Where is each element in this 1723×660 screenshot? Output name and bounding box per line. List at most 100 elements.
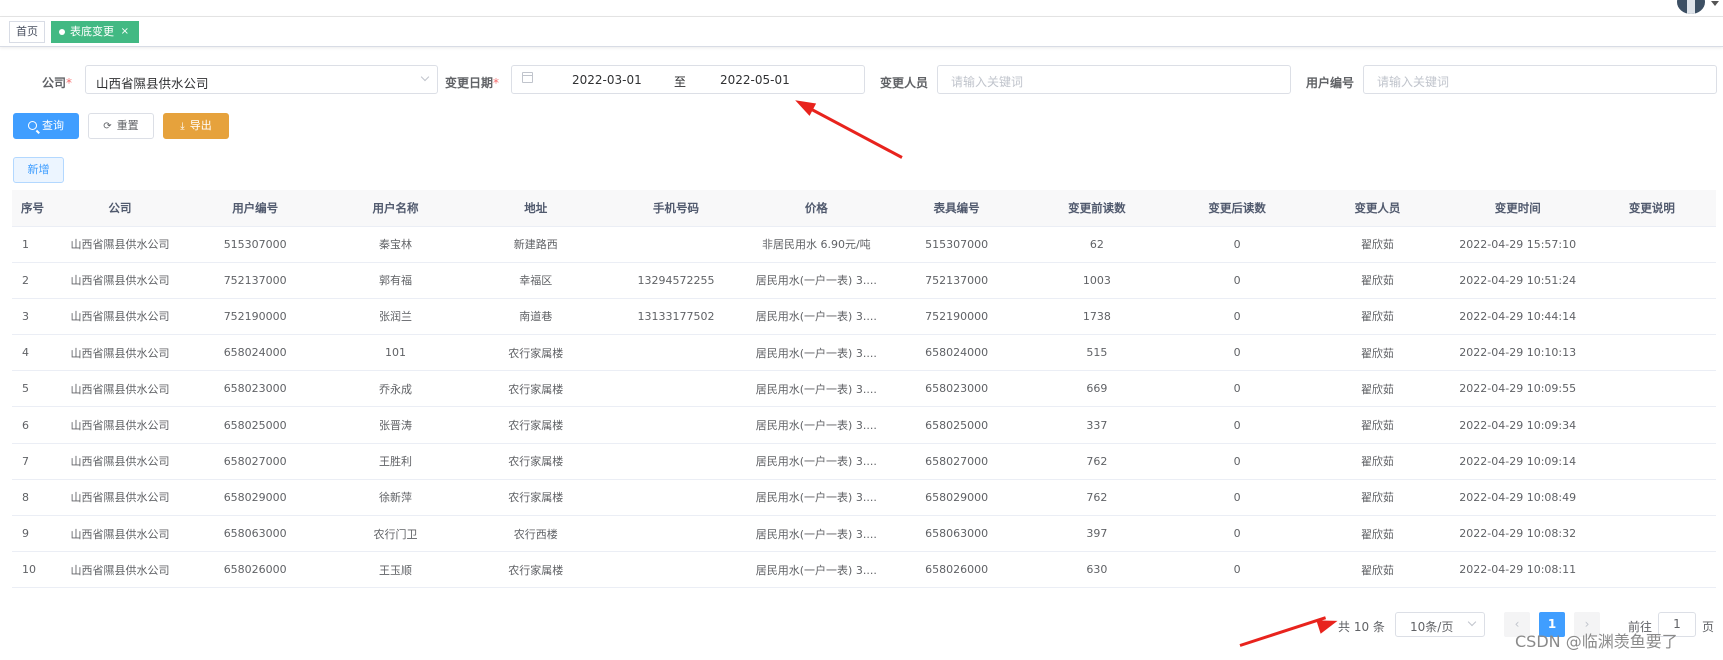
table-cell: 居民用水(一户一表) 3.... xyxy=(746,262,887,299)
export-button-label: 导出 xyxy=(189,119,212,132)
table-cell: 居民用水(一户一表) 3.... xyxy=(746,334,887,372)
table-cell: 2 xyxy=(12,262,55,299)
table-cell: 658063000 xyxy=(886,515,1027,553)
table-cell: 新建路西 xyxy=(465,226,606,263)
company-select-value: 山西省隰县供水公司 xyxy=(96,76,209,91)
table-row[interactable]: 7 山西省隰县供水公司 658027000 王胜利 农行家属楼 居民用水(一户一表) 3.… xyxy=(12,443,1716,480)
table-cell: 徐新萍 xyxy=(325,479,466,517)
table-cell: 翟欣茹 xyxy=(1307,515,1448,553)
table-cell: 397 xyxy=(1026,515,1168,553)
table-cell: 居民用水(一户一表) 3.... xyxy=(746,298,887,336)
pagination-total: 共 10 条 xyxy=(1338,620,1385,634)
column-header: 用户编号 xyxy=(185,190,326,227)
table-cell: 658023000 xyxy=(886,370,1027,408)
search-button[interactable]: 查询 xyxy=(13,113,79,139)
table-cell: 9 xyxy=(12,515,55,553)
table-row[interactable]: 9 山西省隰县供水公司 658063000 农行门卫 农行西楼 居民用水(一户一表) 3.… xyxy=(12,515,1716,553)
company-select[interactable]: 山西省隰县供水公司 xyxy=(85,65,438,94)
table-row[interactable]: 2 山西省隰县供水公司 752137000 郭有福 幸福区 13294572255 居民用水… xyxy=(12,262,1716,299)
table-header-row: 序号 公司 用户编号 用户名称 地址 手机号码 价格 表具编号 变更前读数 变更后读数 变更人员 变更… xyxy=(12,190,1716,227)
table-cell: 515 xyxy=(1026,334,1168,372)
table-cell xyxy=(1587,515,1716,553)
table-cell: 658025000 xyxy=(185,406,326,444)
table-cell: 农行家属楼 xyxy=(465,479,606,517)
table-cell: 0 xyxy=(1167,334,1308,372)
table-cell: 752137000 xyxy=(886,262,1027,299)
table-cell: 居民用水(一户一表) 3.... xyxy=(746,551,887,589)
add-button[interactable]: 新增 xyxy=(13,157,64,183)
annotation-arrow-date xyxy=(799,102,903,159)
table-cell: 0 xyxy=(1167,370,1308,408)
table-cell: 0 xyxy=(1167,443,1308,480)
table-cell: 0 xyxy=(1167,262,1308,299)
table-cell: 农行家属楼 xyxy=(465,406,606,444)
table-cell: 669 xyxy=(1026,370,1168,408)
date-start-value[interactable]: 2022-03-01 xyxy=(572,73,642,87)
table-cell: 762 xyxy=(1026,443,1168,480)
table-cell: 山西省隰县供水公司 xyxy=(55,370,186,408)
tag-home[interactable]: 首页 xyxy=(9,21,45,43)
reset-button-label: 重置 xyxy=(116,119,139,132)
chevron-down-icon xyxy=(1467,617,1477,627)
caret-down-icon[interactable] xyxy=(1711,1,1719,6)
table-cell: 3 xyxy=(12,298,55,336)
column-header: 变更说明 xyxy=(1587,190,1716,227)
table-cell: 0 xyxy=(1167,515,1308,553)
reset-button[interactable]: ⟳ 重置 xyxy=(88,113,154,139)
page-size-value: 10条/页 xyxy=(1410,620,1454,634)
change-person-input[interactable]: 请输入关键词 xyxy=(937,65,1291,94)
table-cell xyxy=(1587,479,1716,517)
table-cell: 13133177502 xyxy=(605,298,747,336)
table-row[interactable]: 3 山西省隰县供水公司 752190000 张润兰 南道巷 13133177502 居民用水… xyxy=(12,298,1716,336)
table-cell: 南道巷 xyxy=(465,298,606,336)
table-cell xyxy=(1587,334,1716,372)
table-cell xyxy=(605,334,747,372)
table-cell: 山西省隰县供水公司 xyxy=(55,406,186,444)
table-cell: 337 xyxy=(1026,406,1168,444)
column-header: 用户名称 xyxy=(325,190,466,227)
tag-meter-change[interactable]: 表底变更 × xyxy=(51,21,139,43)
column-header: 价格 xyxy=(746,190,887,227)
table-row[interactable]: 4 山西省隰县供水公司 658024000 101 农行家属楼 居民用水(一户一表) 3.… xyxy=(12,334,1716,372)
user-avatar[interactable] xyxy=(1677,0,1705,14)
table-cell xyxy=(605,479,747,517)
table-cell: 翟欣茹 xyxy=(1307,370,1448,408)
table-cell: 0 xyxy=(1167,226,1308,263)
table-cell: 752190000 xyxy=(185,298,326,336)
date-range-picker[interactable]: 2022-03-01 至 2022-05-01 xyxy=(511,65,865,94)
column-header: 公司 xyxy=(55,190,186,227)
column-header: 变更人员 xyxy=(1307,190,1448,227)
table-cell: 5 xyxy=(12,370,55,408)
table-cell xyxy=(1587,443,1716,480)
user-number-input[interactable]: 请输入关键词 xyxy=(1363,65,1717,94)
table-cell: 农行门卫 xyxy=(325,515,466,553)
table-row[interactable]: 6 山西省隰县供水公司 658025000 张晋涛 农行家属楼 居民用水(一户一表) 3.… xyxy=(12,406,1716,444)
change-person-placeholder: 请输入关键词 xyxy=(951,75,1024,89)
column-header: 表具编号 xyxy=(886,190,1027,227)
table-cell: 山西省隰县供水公司 xyxy=(55,515,186,553)
goto-suffix: 页 xyxy=(1702,620,1715,634)
table-cell: 2022-04-29 10:08:49 xyxy=(1447,479,1588,517)
table-cell xyxy=(1587,298,1716,336)
table-cell: 658026000 xyxy=(886,551,1027,589)
active-dot-icon xyxy=(59,29,65,35)
table-cell: 62 xyxy=(1026,226,1168,263)
table-row[interactable]: 5 山西省隰县供水公司 658023000 乔永成 农行家属楼 居民用水(一户一表) 3.… xyxy=(12,370,1716,408)
table-cell: 658024000 xyxy=(185,334,326,372)
table-cell: 居民用水(一户一表) 3.... xyxy=(746,443,887,480)
export-button[interactable]: ⤓ 导出 xyxy=(163,113,229,139)
date-end-value[interactable]: 2022-05-01 xyxy=(720,73,790,87)
table-row[interactable]: 1 山西省隰县供水公司 515307000 秦宝林 新建路西 非居民用水 6.90元/吨 5… xyxy=(12,226,1716,263)
close-icon[interactable]: × xyxy=(121,22,129,42)
page-size-select[interactable]: 10条/页 xyxy=(1395,612,1485,637)
table-cell: 2022-04-29 10:51:24 xyxy=(1447,262,1588,299)
table-cell: 658027000 xyxy=(185,443,326,480)
table-cell: 7 xyxy=(12,443,55,480)
table-cell: 农行西楼 xyxy=(465,515,606,553)
table-cell xyxy=(1587,406,1716,444)
table-cell: 515307000 xyxy=(886,226,1027,263)
table-cell: 翟欣茹 xyxy=(1307,298,1448,336)
table-row[interactable]: 8 山西省隰县供水公司 658029000 徐新萍 农行家属楼 居民用水(一户一表) 3.… xyxy=(12,479,1716,517)
table-cell xyxy=(605,515,747,553)
table-row[interactable]: 10 山西省隰县供水公司 658026000 王玉顺 农行家属楼 居民用水(一户一表) 3… xyxy=(12,551,1716,589)
